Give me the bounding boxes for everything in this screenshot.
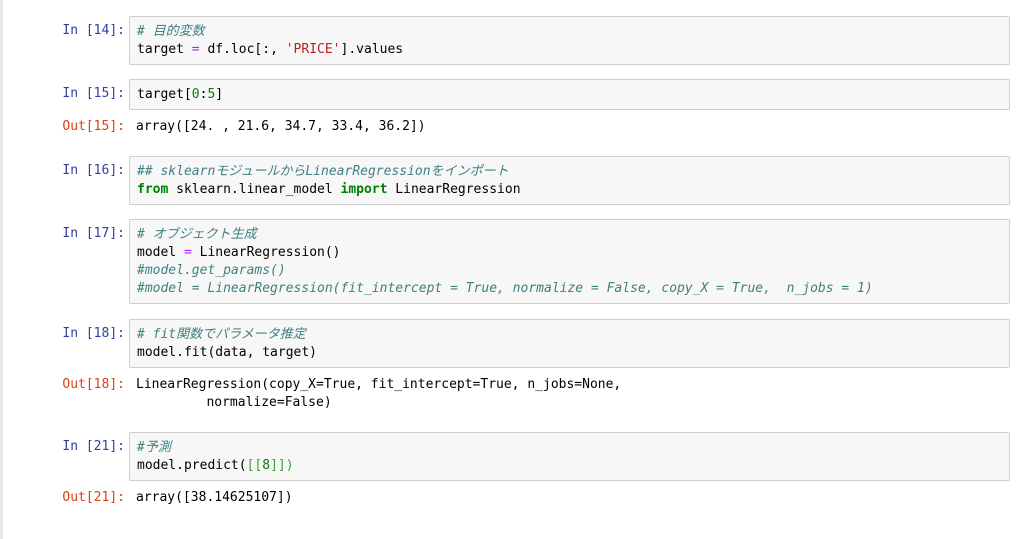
code-token: = (183, 245, 192, 260)
code-line: #予測 (137, 439, 1002, 457)
code-token: ]] (270, 458, 286, 473)
input-prompt: In [17]: (62, 226, 125, 241)
code-line: array([38.14625107]) (136, 490, 293, 505)
code-line: #model.get_params() (137, 262, 1002, 280)
code-line: ## sklearnモジュールからLinearRegressionをインポート (137, 163, 1002, 181)
input-prompt: In [16]: (62, 163, 125, 178)
code-token: model.predict( (137, 458, 247, 473)
code-input[interactable]: #予測 model.predict([[8]]) (129, 432, 1010, 481)
code-token: #model.get_params() (137, 263, 286, 278)
cell-output: array([38.14625107]) (129, 489, 1010, 507)
code-line: from sklearn.linear_model import LinearR… (137, 181, 1002, 199)
code-token: 0 (191, 87, 200, 102)
input-prompt: In [18]: (62, 326, 125, 341)
output-prompt: Out[15]: (62, 119, 125, 134)
code-token: from (137, 182, 169, 197)
input-prompt: In [21]: (62, 439, 125, 454)
code-token: # オブジェクト生成 (137, 227, 257, 242)
code-line: array([24. , 21.6, 34.7, 33.4, 36.2]) (136, 119, 426, 134)
code-line: model = LinearRegression() (137, 244, 1002, 262)
input-prompt: In [15]: (62, 86, 125, 101)
code-token: LinearRegression() (191, 245, 341, 260)
code-line: model.fit(data, target) (137, 344, 1002, 362)
code-token: #model = LinearRegression(fit_intercept … (137, 281, 873, 296)
code-token: target[ (137, 87, 192, 102)
code-line: # fit関数でパラメータ推定 (137, 326, 1002, 344)
code-token: [[ (246, 458, 263, 473)
cell-output: LinearRegression(copy_X=True, fit_interc… (129, 376, 1010, 412)
code-line: #model = LinearRegression(fit_intercept … (137, 280, 1002, 298)
code-line: # オブジェクト生成 (137, 226, 1002, 244)
code-token: # 目的変数 (137, 24, 205, 39)
code-token: ## sklearnモジュールからLinearRegressionをインポート (137, 164, 509, 179)
code-input[interactable]: # 目的変数 target = df.loc[:, 'PRICE'].values (129, 16, 1010, 65)
code-token: # fit関数でパラメータ推定 (137, 327, 306, 342)
code-token: import (340, 182, 388, 197)
code-token: target (137, 42, 192, 57)
input-prompt: In [14]: (62, 23, 125, 38)
code-token: ] (215, 87, 224, 102)
code-token: 8 (262, 458, 271, 473)
code-token: model.fit(data, target) (137, 345, 318, 360)
output-prompt: Out[18]: (62, 377, 125, 392)
code-line: # 目的変数 (137, 23, 1002, 41)
code-token: LinearRegression (387, 182, 521, 197)
code-token: = (191, 42, 200, 57)
code-input[interactable]: # fit関数でパラメータ推定 model.fit(data, target) (129, 319, 1010, 368)
code-input[interactable]: # オブジェクト生成 model = LinearRegression() #mod… (129, 219, 1010, 304)
code-token: ) (285, 458, 294, 473)
cell-output: array([24. , 21.6, 34.7, 33.4, 36.2]) (129, 118, 1010, 136)
code-line: target = df.loc[:, 'PRICE'].values (137, 41, 1002, 59)
code-token: model (137, 245, 184, 260)
code-line: model.predict([[8]]) (137, 457, 1002, 475)
code-token: sklearn.linear_model (168, 182, 341, 197)
code-line: normalize=False) (136, 395, 332, 410)
code-input[interactable]: ## sklearnモジュールからLinearRegressionをインポート f… (129, 156, 1010, 205)
code-line: LinearRegression(copy_X=True, fit_interc… (136, 377, 622, 392)
output-prompt: Out[21]: (62, 490, 125, 505)
code-line: target[0:5] (137, 86, 1002, 104)
code-input[interactable]: target[0:5] (129, 79, 1010, 110)
code-token: df.loc[:, (199, 42, 286, 57)
code-token: #予測 (137, 440, 171, 455)
code-token: 'PRICE' (285, 42, 341, 57)
notebook-left-border (0, 0, 3, 539)
code-token: ].values (340, 42, 404, 57)
